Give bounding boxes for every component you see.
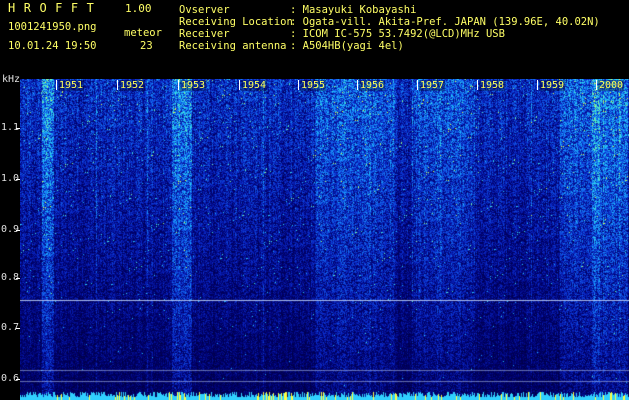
- time-tick-1953: 1953: [180, 80, 207, 91]
- time-tick-1951: 1951: [58, 80, 85, 91]
- time-tick-mark: [357, 80, 358, 90]
- spectrogram-canvas: [20, 79, 629, 400]
- time-tick-1959: 1959: [539, 80, 566, 91]
- meteor-label: meteor: [124, 27, 162, 39]
- meteor-count: 23: [140, 40, 153, 52]
- time-tick-1952: 1952: [119, 80, 146, 91]
- time-tick-mark: [298, 80, 299, 90]
- time-tick-mark: [117, 80, 118, 90]
- time-tick-1955: 1955: [300, 80, 327, 91]
- file-datetime: 10.01.24 19:50: [8, 40, 97, 52]
- time-tick-1958: 1958: [479, 80, 506, 91]
- time-tick-1954: 1954: [241, 80, 268, 91]
- antenna-label: Receiving antenna: [179, 40, 287, 52]
- time-tick-1957: 1957: [419, 80, 446, 91]
- time-tick-mark: [417, 80, 418, 90]
- file-name: 1001241950.png: [8, 21, 97, 33]
- time-tick-mark: [178, 80, 179, 90]
- app-title: HROFFT: [8, 1, 103, 15]
- time-tick-mark: [239, 80, 240, 90]
- time-tick-mark: [596, 80, 597, 90]
- time-tick-2000: 2000: [598, 80, 625, 91]
- antenna-value: : A504HB(yagi 4el): [290, 40, 404, 52]
- time-tick-mark: [56, 80, 57, 90]
- time-tick-mark: [537, 80, 538, 90]
- app-version: 1.00: [125, 2, 152, 15]
- time-tick-1956: 1956: [359, 80, 386, 91]
- time-tick-mark: [477, 80, 478, 90]
- spectrogram-panel: [20, 79, 629, 400]
- freq-unit-label: kHz: [1, 74, 20, 85]
